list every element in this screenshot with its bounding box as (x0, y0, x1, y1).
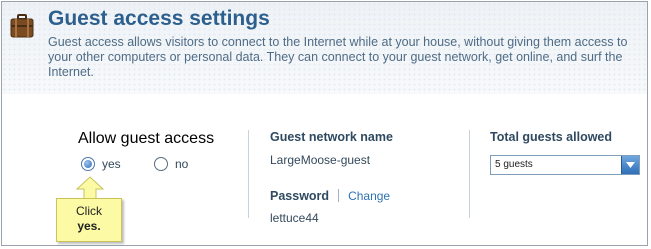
instruction-callout: Click yes. (56, 198, 122, 242)
radio-yes-label[interactable]: yes (102, 157, 121, 171)
callout-line1: Click (76, 204, 102, 218)
radio-yes-option[interactable]: yes (81, 157, 121, 171)
page-description: Guest access allows visitors to connect … (48, 35, 628, 79)
password-label: Password (270, 189, 330, 203)
total-guests-selected-value: 5 guests (495, 159, 533, 170)
password-separator (338, 189, 340, 202)
guest-access-panel: Guest access settings Guest access allow… (1, 1, 648, 246)
total-guests-label: Total guests allowed (490, 130, 613, 144)
column-divider (469, 130, 470, 218)
radio-no-option[interactable]: no (154, 157, 188, 171)
page-title: Guest access settings (48, 7, 270, 30)
suitcase-icon (10, 14, 34, 38)
chevron-down-icon[interactable] (621, 156, 639, 174)
callout-line2: yes. (77, 219, 101, 233)
callout-arrow-icon (75, 176, 105, 200)
column-divider (248, 130, 249, 218)
change-password-link[interactable]: Change (348, 189, 390, 203)
radio-yes[interactable] (81, 157, 95, 171)
password-value: lettuce44 (270, 211, 319, 225)
guest-network-name-label: Guest network name (270, 130, 393, 144)
allow-guest-access-label: Allow guest access (78, 130, 215, 147)
radio-no-label[interactable]: no (175, 157, 188, 171)
guest-network-name-value: LargeMoose-guest (270, 153, 371, 167)
radio-no[interactable] (154, 157, 168, 171)
total-guests-select[interactable]: 5 guests (490, 155, 640, 175)
password-row: Password Change (270, 187, 390, 205)
